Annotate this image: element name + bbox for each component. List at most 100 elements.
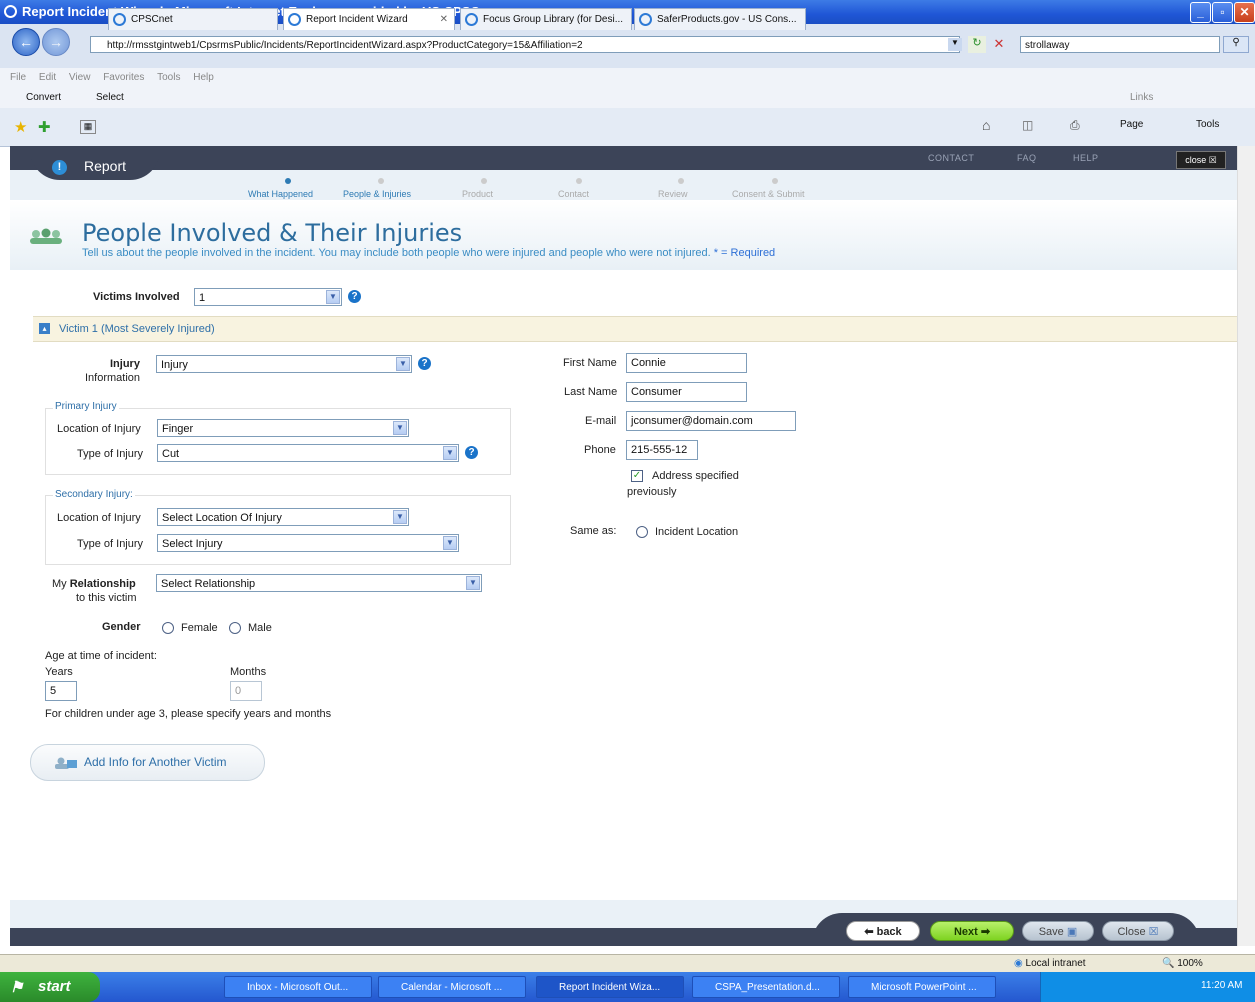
incident-location-label: Incident Location: [655, 526, 739, 538]
print-icon[interactable]: ⎙: [1070, 118, 1080, 133]
close-icon: ☒: [1148, 926, 1159, 938]
add-favorites-icon[interactable]: ✚: [38, 118, 51, 136]
refresh-icon[interactable]: ↻: [968, 36, 986, 53]
secondary-type-select[interactable]: Select Injury ▼: [157, 534, 459, 552]
add-victim-button[interactable]: Add Info for Another Victim: [30, 744, 265, 781]
select-button[interactable]: Select: [96, 92, 124, 103]
people-icon: [28, 228, 64, 244]
primary-location-select[interactable]: Finger ▼: [157, 419, 409, 437]
years-input[interactable]: 5: [45, 681, 77, 701]
victim-section-header[interactable]: ▴ Victim 1 (Most Severely Injured): [33, 316, 1237, 342]
tab-close-icon[interactable]: ✕: [440, 9, 448, 30]
collapse-icon[interactable]: ▴: [39, 323, 50, 334]
help-icon[interactable]: ?: [418, 357, 431, 370]
zoom-label[interactable]: 🔍 100%: [1162, 958, 1203, 969]
help-icon[interactable]: ?: [348, 290, 361, 303]
browser-back-button[interactable]: ←: [12, 28, 40, 56]
alert-icon: !: [52, 160, 67, 175]
browser-forward-button[interactable]: →: [42, 28, 70, 56]
taskbar-report-incident[interactable]: Report Incident Wiza...: [536, 976, 684, 998]
address-checkbox[interactable]: ✓: [631, 470, 643, 482]
male-radio[interactable]: [229, 622, 241, 634]
tab-saferproducts[interactable]: SaferProducts.gov - US Cons...: [634, 8, 806, 30]
tab-focus-group[interactable]: Focus Group Library (for Desi...: [460, 8, 632, 30]
step-review: Review: [658, 189, 688, 199]
help-link[interactable]: HELP: [1073, 153, 1099, 163]
search-input[interactable]: strollaway: [1020, 36, 1220, 53]
injury-info-label: Information: [85, 372, 141, 384]
convert-button[interactable]: Convert: [26, 92, 61, 103]
page-menu[interactable]: Page: [1120, 119, 1143, 130]
months-input[interactable]: 0: [230, 681, 262, 701]
home-icon[interactable]: ⌂: [982, 117, 990, 133]
last-name-input[interactable]: Consumer: [626, 382, 747, 402]
secondary-location-select[interactable]: Select Location Of Injury ▼: [157, 508, 409, 526]
menu-tools[interactable]: Tools: [157, 72, 180, 83]
male-label: Male: [248, 622, 272, 634]
favorites-star-icon[interactable]: ★: [14, 118, 27, 136]
page-scrollbar[interactable]: [1237, 146, 1255, 946]
female-label: Female: [181, 622, 218, 634]
stop-icon[interactable]: ✕: [990, 36, 1008, 53]
step-people-injuries[interactable]: People & Injuries: [343, 189, 411, 199]
report-label: Report: [84, 158, 127, 174]
last-name-label: Last Name: [564, 386, 618, 398]
feeds-icon[interactable]: ◫: [1022, 118, 1033, 132]
minimize-button[interactable]: _: [1190, 2, 1211, 23]
years-label: Years: [45, 666, 73, 678]
primary-type-label: Type of Injury: [77, 448, 144, 460]
phone-input[interactable]: 215-555-12: [626, 440, 698, 460]
next-button[interactable]: Next ➡: [930, 921, 1014, 941]
primary-type-select[interactable]: Cut ▼: [157, 444, 459, 462]
tools-menu[interactable]: Tools: [1196, 119, 1219, 130]
step-what-happened[interactable]: What Happened: [248, 189, 313, 199]
system-tray: 11:20 AM: [1040, 972, 1255, 1002]
taskbar-powerpoint[interactable]: Microsoft PowerPoint ...: [848, 976, 996, 998]
female-radio[interactable]: [162, 622, 174, 634]
taskbar-calendar[interactable]: Calendar - Microsoft ...: [378, 976, 526, 998]
tab-report-incident-wizard[interactable]: Report Incident Wizard ✕: [283, 8, 455, 30]
faq-link[interactable]: FAQ: [1017, 153, 1037, 163]
window-close-button[interactable]: ✕: [1234, 2, 1255, 23]
step-dot-what-happened: [285, 178, 291, 184]
victims-label: Victims Involved: [93, 291, 180, 303]
start-button[interactable]: ⚑ start: [0, 972, 100, 1002]
first-name-input[interactable]: Connie: [626, 353, 747, 373]
email-input[interactable]: jconsumer@domain.com: [626, 411, 796, 431]
relationship-select[interactable]: Select Relationship ▼: [156, 574, 482, 592]
tab-cpscnet[interactable]: CPSCnet: [108, 8, 278, 30]
menu-file[interactable]: File: [10, 72, 26, 83]
maximize-button[interactable]: ▫: [1212, 2, 1233, 23]
email-label: E-mail: [585, 415, 617, 427]
address-input[interactable]: http://rmsstgintweb1/CpsrmsPublic/Incide…: [90, 36, 960, 53]
injury-select[interactable]: Injury ▼: [156, 355, 412, 373]
first-name-label: First Name: [563, 357, 617, 369]
back-button[interactable]: ⬅ back: [846, 921, 920, 941]
menu-view[interactable]: View: [69, 72, 91, 83]
address-dropdown-icon[interactable]: ▼: [948, 38, 962, 51]
address-check-label: Address specified: [652, 470, 739, 482]
victims-select[interactable]: 1 ▼: [194, 288, 342, 306]
close-wizard-button[interactable]: close ☒: [1176, 151, 1226, 169]
relationship-sub-label: to this victim: [76, 592, 137, 604]
save-button[interactable]: Save ▣: [1022, 921, 1094, 941]
taskbar-inbox[interactable]: Inbox - Microsoft Out...: [224, 976, 372, 998]
help-icon[interactable]: ?: [465, 446, 478, 459]
search-icon[interactable]: ⚲: [1223, 36, 1249, 53]
incident-location-radio[interactable]: [636, 526, 648, 538]
step-dot-contact: [576, 178, 582, 184]
contact-link[interactable]: CONTACT: [928, 153, 974, 163]
status-bar: ◉ Local intranet 🔍 100%: [0, 954, 1255, 973]
relationship-label: My Relationship: [52, 578, 136, 590]
step-consent-submit: Consent & Submit: [732, 189, 805, 199]
quick-tabs-icon[interactable]: ▦: [80, 120, 96, 134]
menu-edit[interactable]: Edit: [39, 72, 56, 83]
taskbar-presentation[interactable]: CSPA_Presentation.d...: [692, 976, 840, 998]
menu-help[interactable]: Help: [193, 72, 214, 83]
menu-favorites[interactable]: Favorites: [103, 72, 144, 83]
intranet-icon: ◉: [1014, 958, 1023, 969]
phone-label: Phone: [584, 444, 616, 456]
gender-label: Gender: [102, 621, 141, 633]
close-button[interactable]: Close ☒: [1102, 921, 1174, 941]
links-label[interactable]: Links: [1130, 92, 1153, 103]
